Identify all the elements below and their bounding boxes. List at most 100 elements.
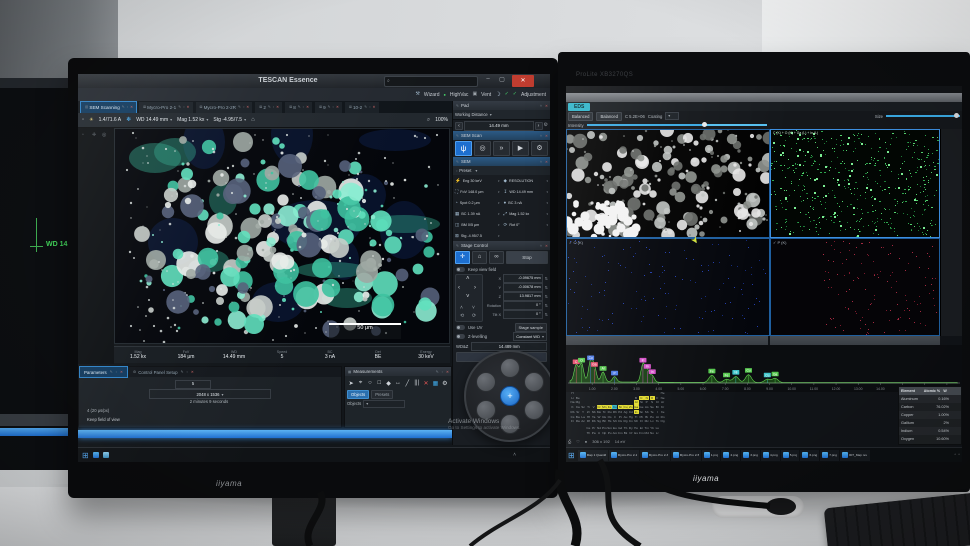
element-cell[interactable]: Mt — [612, 419, 617, 423]
quant-row[interactable]: Indium0.54% — [899, 427, 961, 435]
scan-settings-button[interactable]: ⚙ — [531, 141, 548, 156]
favorite-icon[interactable]: ♡ — [576, 439, 580, 444]
tab-eds[interactable]: EDS — [568, 103, 590, 111]
minimize-button[interactable]: – — [482, 76, 494, 86]
z-levelling-toggle[interactable] — [456, 334, 465, 339]
wheel-button-n[interactable] — [500, 358, 520, 378]
record-icon[interactable]: ● — [585, 439, 587, 444]
element-cell[interactable]: Lv — [650, 419, 655, 423]
taskbar-item[interactable]: 6.png — [800, 450, 819, 461]
intensity-slider[interactable] — [587, 124, 767, 126]
element-cell[interactable]: Ds — [618, 419, 623, 423]
keep-view-field-toggle[interactable] — [456, 267, 465, 272]
stage-move-button[interactable]: ✛ — [455, 251, 470, 264]
element-cell[interactable]: Og — [660, 419, 665, 423]
stop-button[interactable]: Stop — [506, 251, 548, 264]
close-icon[interactable]: ✕ — [276, 105, 279, 109]
quadrant-oxygen-map[interactable]: ✓ O (K) ➤ — [566, 238, 770, 336]
document-tab[interactable]: ▥SEM Scanning✎▫✕ — [80, 101, 137, 114]
element-cell[interactable]: Mc — [644, 419, 649, 423]
increment-button[interactable]: › — [535, 122, 543, 130]
element-cell[interactable]: Cn — [628, 419, 633, 423]
degauss-button[interactable]: ψ — [455, 141, 472, 156]
field-value[interactable]: 0 ° — [503, 310, 543, 319]
highvac-button[interactable]: HighVac — [450, 92, 469, 98]
document-tab[interactable]: ⊠9✎▫✕ — [314, 101, 343, 114]
collapse-icon[interactable]: ˄ — [540, 134, 542, 138]
field-value[interactable]: 0 ° — [503, 301, 543, 310]
sem-param[interactable]: ◔Spot 0.2 μm▾ — [453, 197, 502, 208]
sem-param[interactable]: ⛶FoV 148.0 μm▾ — [453, 186, 502, 197]
gear-icon[interactable]: ⚙ — [544, 123, 548, 128]
sem-param[interactable]: ◫BM 0/5 μm▾ — [453, 219, 502, 230]
taskbar-item[interactable]: 7.png — [820, 450, 839, 461]
measure-tool-icon[interactable]: ⚙ — [441, 380, 449, 387]
sem-param[interactable]: ⟳Rot 0°▾ — [502, 219, 551, 230]
wheel-button-s[interactable] — [500, 414, 520, 434]
z-up-button[interactable]: ˄ — [460, 305, 463, 311]
size-slider[interactable] — [886, 115, 960, 117]
element-cell[interactable]: Fm — [639, 431, 644, 435]
taskbar-item[interactable]: Mycro-Pro 2-1.png — [609, 450, 639, 461]
collapse-icon[interactable]: ˄ — [540, 104, 542, 108]
decrement-button[interactable]: ‹ — [455, 122, 463, 130]
tab-parameters[interactable]: Parameters ✎ ▫ ✕ — [79, 366, 128, 378]
balanced-button[interactable]: Balanced — [596, 112, 621, 121]
coating-dropdown[interactable] — [665, 112, 679, 120]
speed-field[interactable]: 5 — [175, 380, 211, 389]
element-cell[interactable]: Ra — [575, 419, 580, 423]
search-box[interactable]: ⌕ — [384, 76, 478, 87]
resolution-dropdown[interactable]: 2048 x 1536 — [149, 389, 271, 399]
quant-row[interactable]: Aluminum0.16% — [899, 395, 961, 403]
constant-wd-dropdown[interactable]: Constant WD — [513, 332, 547, 341]
preset-dropdown[interactable]: ▫ Preset — [453, 166, 550, 175]
field-value[interactable]: 13.9817 mm — [503, 292, 543, 301]
taskbar-item[interactable]: 2.png — [721, 450, 740, 461]
sem-param[interactable]: ⚡Eng 30 keV▾ — [453, 175, 502, 186]
tab-objects[interactable]: Objects — [347, 390, 369, 399]
stage-home-button[interactable]: ⌂ — [472, 251, 487, 264]
wheel-button-se[interactable] — [524, 400, 544, 420]
element-cell[interactable]: Am — [612, 431, 617, 435]
measure-tool-icon[interactable]: ○ — [366, 380, 374, 386]
taskbar-item[interactable]: Mycro-Pro 2-3.png — [640, 450, 670, 461]
sem-image-viewport[interactable]: 50 μm — [114, 128, 450, 344]
sem-param[interactable]: ●BC 3 nA▾ — [502, 197, 551, 208]
stage-sample-button[interactable]: Stage sample — [515, 323, 547, 332]
element-cell[interactable]: Cf — [628, 431, 633, 435]
element-cell[interactable]: Fr — [570, 419, 575, 423]
document-tab[interactable]: ⊠8✎▫✕ — [284, 101, 313, 114]
element-cell[interactable]: Np — [602, 431, 607, 435]
element-cell[interactable]: Ga — [634, 405, 639, 409]
document-tab[interactable]: ⊠Mycro-Pro 2-2R✎▫✕ — [195, 101, 254, 114]
quadrant-electron-image[interactable] — [566, 129, 770, 238]
quant-row[interactable]: Copper1.00% — [899, 411, 961, 419]
sem-param[interactable]: ◆RESOLUTION▾ — [502, 175, 551, 186]
element-cell[interactable]: Es — [634, 431, 639, 435]
measure-tool-icon[interactable]: ||| — [413, 380, 421, 386]
measure-tool-icon[interactable]: ◆ — [384, 380, 392, 387]
play-button[interactable]: ▶ — [512, 141, 529, 156]
element-cell[interactable]: Md — [644, 431, 649, 435]
quadrant-element-map[interactable]: C (K) + O (K) + Ga (L) + In (L) — [770, 129, 940, 238]
measure-tool-icon[interactable]: □ — [375, 380, 383, 386]
wheel-center-button[interactable]: + — [500, 386, 520, 406]
zoom-level[interactable]: 100% — [435, 117, 448, 123]
element-cell[interactable]: Ts — [655, 419, 660, 423]
working-distance-selector[interactable]: Working Distance — [453, 110, 550, 120]
wizard-button[interactable]: Wizard — [424, 92, 440, 98]
element-cell[interactable]: Fl — [639, 419, 644, 423]
vent-button[interactable]: Vent — [481, 92, 491, 98]
stage-arrow-pad[interactable]: ˄ ‹ › ˅ ˄ ˅ ⟲ ⟳ — [455, 274, 483, 322]
stage-link-button[interactable]: ∞ — [489, 251, 504, 264]
wheel-button-sw[interactable] — [476, 400, 496, 420]
measure-tool-icon[interactable]: ▦ — [431, 380, 439, 387]
tool-icon[interactable]: ◎ — [102, 132, 106, 138]
element-cell[interactable]: Rg — [623, 419, 628, 423]
use-uv-toggle[interactable] — [456, 325, 465, 330]
element-cell[interactable]: Pa — [591, 431, 596, 435]
panel-header-bar[interactable] — [566, 336, 768, 345]
close-icon[interactable]: ✕ — [187, 105, 190, 109]
taskbar-item[interactable]: 4.png — [761, 450, 780, 461]
intensity-slider-handle[interactable] — [702, 122, 707, 127]
